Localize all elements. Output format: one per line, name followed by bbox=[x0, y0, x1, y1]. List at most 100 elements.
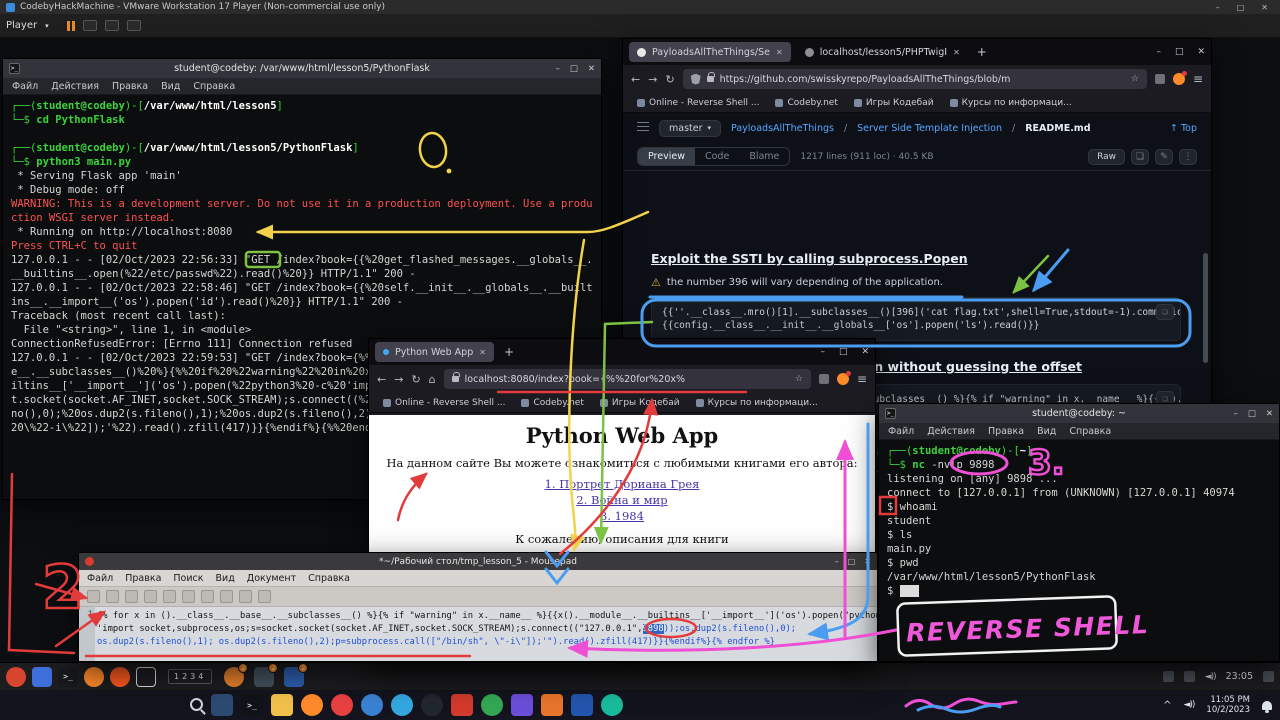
menu-item[interactable]: Файл bbox=[888, 426, 914, 437]
book-link[interactable]: 3. 1984 bbox=[369, 508, 875, 524]
taskview-icon[interactable] bbox=[211, 694, 233, 716]
menu-item[interactable]: Файл bbox=[87, 573, 113, 584]
app-teal-icon[interactable] bbox=[601, 694, 623, 716]
home-button[interactable]: ⌂ bbox=[429, 373, 436, 386]
tab-blame[interactable]: Blame bbox=[739, 148, 789, 165]
app-green-icon[interactable] bbox=[481, 694, 503, 716]
window-maximize-button[interactable]: □ bbox=[1248, 409, 1256, 419]
edge-icon[interactable] bbox=[361, 694, 383, 716]
cut-icon[interactable] bbox=[182, 590, 195, 603]
window-minimize-button[interactable]: – bbox=[556, 64, 560, 74]
window-maximize-button[interactable]: □ bbox=[839, 347, 848, 357]
undo-icon[interactable] bbox=[144, 590, 157, 603]
menu-item[interactable]: Поиск bbox=[173, 573, 203, 584]
opera-icon[interactable] bbox=[331, 694, 353, 716]
firefox-icon[interactable] bbox=[301, 694, 323, 716]
app-purple-icon[interactable] bbox=[511, 694, 533, 716]
window-close-button[interactable]: ✕ bbox=[1266, 409, 1273, 419]
open-file-icon[interactable] bbox=[106, 590, 119, 603]
bookmark-star-icon[interactable]: ☆ bbox=[1131, 74, 1139, 84]
window-maximize-button[interactable]: □ bbox=[570, 64, 578, 74]
flame-launcher-icon[interactable] bbox=[110, 667, 130, 687]
screenshot-icon[interactable] bbox=[1263, 671, 1274, 682]
tab-payloadsallthethings[interactable]: PayloadsAllTheThings/Se ✕ bbox=[629, 42, 791, 62]
hamburger-menu-icon[interactable]: ≡ bbox=[1193, 72, 1203, 86]
window-close-button[interactable]: ✕ bbox=[1197, 47, 1205, 57]
editor-text-area[interactable]: 1 {% for x in ().__class__.__base__.__su… bbox=[79, 607, 877, 661]
file-tree-icon[interactable] bbox=[637, 122, 649, 134]
section-heading[interactable]: Exploit the SSTI by calling subprocess.P… bbox=[651, 251, 1181, 266]
search-button[interactable] bbox=[190, 698, 203, 711]
menu-item[interactable]: Вид bbox=[216, 573, 235, 584]
close-tab-icon[interactable]: ✕ bbox=[479, 348, 486, 357]
breadcrumb-repo[interactable]: PayloadsAllTheThings bbox=[731, 123, 834, 134]
devices-button[interactable] bbox=[127, 20, 141, 31]
notifications-bell-icon[interactable] bbox=[1262, 701, 1272, 710]
app-orange-icon[interactable] bbox=[541, 694, 563, 716]
app-blue-icon[interactable] bbox=[32, 667, 52, 687]
forward-button[interactable]: → bbox=[648, 73, 657, 86]
menu-item[interactable]: Справка bbox=[308, 573, 350, 584]
window-maximize-button[interactable]: □ bbox=[1175, 47, 1184, 57]
bookmark-item[interactable]: Игры Кодебай bbox=[600, 398, 680, 408]
window-close-button[interactable]: ✕ bbox=[864, 557, 871, 566]
terminal-app-icon[interactable]: >_ bbox=[58, 667, 78, 687]
firefox-account-icon[interactable] bbox=[1173, 73, 1185, 85]
forward-button[interactable]: → bbox=[394, 373, 403, 386]
hamburger-menu-icon[interactable]: ≡ bbox=[857, 372, 867, 386]
new-file-icon[interactable] bbox=[87, 590, 100, 603]
vmware-minimize-button[interactable]: – bbox=[1210, 3, 1226, 12]
copy-file-icon[interactable]: ❏ bbox=[1131, 149, 1149, 165]
editor-titlebar[interactable]: *~/Рабочий стол/tmp_lesson_5 - Mousepad … bbox=[79, 553, 877, 570]
suspend-vm-button[interactable] bbox=[67, 21, 75, 31]
copy-icon[interactable] bbox=[201, 590, 214, 603]
bookmark-item[interactable]: Codeby.net bbox=[775, 98, 837, 108]
back-button[interactable]: ← bbox=[377, 373, 386, 386]
window-maximize-button[interactable]: □ bbox=[848, 557, 856, 566]
raw-button[interactable]: Raw bbox=[1088, 149, 1125, 165]
menu-item[interactable]: Правка bbox=[988, 426, 1024, 437]
window-minimize-button[interactable]: – bbox=[835, 557, 839, 566]
reload-button[interactable]: ↻ bbox=[411, 373, 420, 386]
book-link[interactable]: 1. Портрет Дориана Грея bbox=[369, 476, 875, 492]
terminal-titlebar[interactable]: >_ student@codeby: ~ – □ ✕ bbox=[879, 404, 1279, 423]
ctrl-alt-del-button[interactable] bbox=[83, 20, 97, 31]
window-minimize-button[interactable]: – bbox=[1156, 47, 1161, 57]
explorer-icon[interactable] bbox=[271, 694, 293, 716]
paste-icon[interactable] bbox=[220, 590, 233, 603]
branch-selector[interactable]: master ▾ bbox=[659, 120, 721, 137]
window-close-button[interactable]: ✕ bbox=[588, 64, 595, 74]
tab-python-web-app[interactable]: Python Web App ✕ bbox=[375, 342, 494, 362]
menu-item[interactable]: Документ bbox=[247, 573, 296, 584]
firefox-account-icon[interactable] bbox=[837, 373, 849, 385]
volume-icon[interactable]: ◄)) bbox=[1205, 672, 1216, 682]
menu-item[interactable]: Вид bbox=[161, 81, 180, 92]
terminal-titlebar[interactable]: >_ student@codeby: /var/www/html/lesson5… bbox=[3, 59, 601, 78]
vmware-close-button[interactable]: ✕ bbox=[1255, 3, 1274, 12]
app-blue-icon[interactable] bbox=[571, 694, 593, 716]
menu-item[interactable]: Вид bbox=[1037, 426, 1056, 437]
redo-icon[interactable] bbox=[163, 590, 176, 603]
edit-file-icon[interactable]: ✎ bbox=[1155, 149, 1173, 165]
menu-item[interactable]: Действия bbox=[927, 426, 975, 437]
close-tab-icon[interactable]: ✕ bbox=[953, 48, 960, 57]
book-link[interactable]: 2. Война и мир bbox=[369, 492, 875, 508]
back-button[interactable]: ← bbox=[631, 73, 640, 86]
back-to-top-link[interactable]: ↑ Top bbox=[1170, 123, 1197, 134]
extensions-icon[interactable] bbox=[819, 374, 829, 384]
kali-menu-icon[interactable] bbox=[6, 667, 26, 687]
bookmark-item[interactable]: Online - Reverse Shell ... bbox=[383, 398, 505, 408]
vm-clock[interactable]: 23:05 bbox=[1226, 671, 1253, 682]
copy-code-icon[interactable]: ❏ bbox=[1156, 304, 1174, 320]
close-tab-icon[interactable]: ✕ bbox=[776, 48, 783, 57]
task-firefox-icon[interactable]: 2 bbox=[224, 667, 244, 687]
more-options-icon[interactable]: ⋮ bbox=[1179, 149, 1197, 165]
tray-icon[interactable] bbox=[1163, 671, 1174, 682]
player-menu[interactable]: Player bbox=[6, 20, 37, 31]
tab-code[interactable]: Code bbox=[695, 148, 739, 165]
task-files-icon[interactable]: 2 bbox=[284, 667, 304, 687]
menu-item[interactable]: Справка bbox=[1069, 426, 1111, 437]
bookmark-item[interactable]: Курсы по информаци... bbox=[950, 98, 1072, 108]
workspace-pager[interactable]: 1234 bbox=[168, 669, 212, 684]
start-button[interactable] bbox=[160, 694, 182, 716]
